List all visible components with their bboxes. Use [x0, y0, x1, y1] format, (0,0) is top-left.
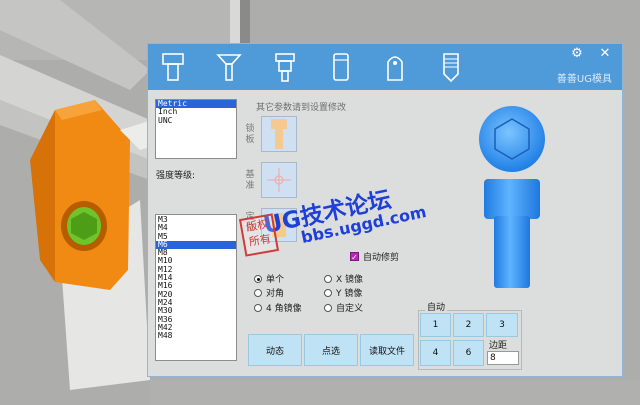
count-4-button[interactable]: 4: [420, 340, 451, 366]
shoulder-screw-icon[interactable]: [268, 50, 302, 84]
radio-dot[interactable]: [324, 303, 332, 312]
datum-thumb[interactable]: [261, 162, 297, 198]
auto-trim-label: 自动修剪: [363, 253, 400, 263]
auto-trim-checkbox[interactable]: ✓ 自动修剪: [350, 250, 399, 263]
radio-label: X 镜像: [336, 275, 364, 285]
list-item[interactable]: M48: [156, 331, 236, 340]
radio-x-mirror[interactable]: X 镜像: [324, 272, 363, 285]
screw-preview: [479, 106, 545, 288]
radio-y-mirror[interactable]: Y 镜像: [324, 286, 362, 299]
radio-label: 4 角镜像: [266, 304, 302, 314]
list-item[interactable]: UNC: [156, 116, 236, 125]
unit-listbox[interactable]: Metric Inch UNC: [155, 99, 237, 159]
list-item[interactable]: M3: [156, 215, 236, 224]
list-item[interactable]: M5: [156, 232, 236, 241]
read-file-button[interactable]: 读取文件: [360, 334, 414, 366]
pull-pin-icon[interactable]: [378, 50, 412, 84]
radio-label: 单个: [266, 275, 285, 285]
radio-dot[interactable]: [324, 288, 332, 297]
size-listbox[interactable]: M3 M4 M5 M6 M8 M10 M12 M14 M16 M20 M24 M…: [155, 214, 237, 361]
radio-diagonal[interactable]: 对角: [254, 286, 284, 299]
radio-label: Y 镜像: [336, 289, 363, 299]
threaded-insert-icon[interactable]: [434, 50, 468, 84]
radio-dot[interactable]: [254, 303, 262, 312]
copyright-stamp: 版权所有: [238, 213, 280, 257]
radio-single[interactable]: 单个: [254, 272, 284, 285]
countersunk-screw-icon[interactable]: [212, 50, 246, 84]
count-1-button[interactable]: 1: [420, 313, 451, 337]
radio-dot[interactable]: [254, 288, 262, 297]
lock-label: 锁板: [245, 124, 255, 145]
point-select-button[interactable]: 点选: [304, 334, 358, 366]
datum-label: 基准: [245, 170, 255, 191]
checkbox-box[interactable]: ✓: [350, 252, 359, 262]
settings-icon[interactable]: ⚙: [568, 46, 586, 62]
radio-four-mirror[interactable]: 4 角镜像: [254, 301, 302, 314]
count-6-button[interactable]: 6: [453, 340, 484, 366]
close-icon[interactable]: ✕: [596, 46, 614, 62]
settings-hint: 其它参数请到设置修改: [256, 103, 347, 113]
socket-head-screw-icon[interactable]: [156, 50, 190, 84]
radio-custom[interactable]: 自定义: [324, 301, 363, 314]
list-item[interactable]: M6: [156, 240, 236, 250]
count-3-button[interactable]: 3: [486, 313, 518, 337]
grade-label: 强度等级:: [156, 171, 196, 181]
dialog-title: 善善UG模具: [556, 74, 612, 85]
dialog-header: ⚙ ✕ 善善UG模具: [148, 44, 622, 90]
auto-group-label: 自动: [425, 300, 448, 313]
count-2-button[interactable]: 2: [453, 313, 484, 337]
lock-plate-thumb[interactable]: [261, 116, 297, 152]
radio-label: 对角: [266, 289, 285, 299]
dynamic-button[interactable]: 动态: [248, 334, 302, 366]
margin-label: 边距: [489, 341, 508, 351]
radio-dot[interactable]: [254, 274, 262, 283]
radio-dot[interactable]: [324, 274, 332, 283]
dowel-pin-icon[interactable]: [324, 50, 358, 84]
list-item[interactable]: M4: [156, 223, 236, 232]
margin-input[interactable]: 8: [487, 351, 519, 365]
radio-label: 自定义: [336, 304, 364, 314]
